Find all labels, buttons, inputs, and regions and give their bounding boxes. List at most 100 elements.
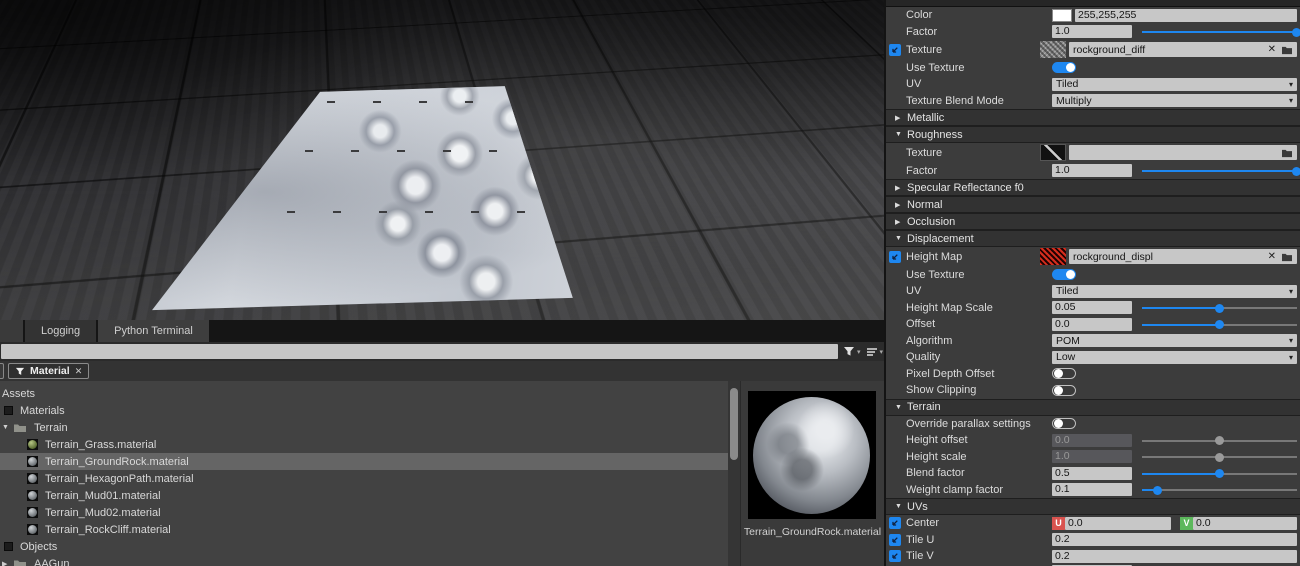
property-row-offset: Offset 0.0 (886, 316, 1300, 333)
chevron-right-icon[interactable]: ▶ (2, 560, 13, 566)
property-label: UV (906, 285, 922, 298)
slider[interactable] (1142, 301, 1297, 314)
value-field[interactable]: 0.0 (1052, 433, 1132, 447)
chevron-down-icon[interactable]: ▼ (2, 424, 13, 431)
u-value-field[interactable]: 0.0 (1065, 516, 1171, 530)
browse-folder-icon[interactable] (1281, 252, 1293, 262)
browse-folder-icon[interactable] (1281, 45, 1293, 55)
property-label-cell: Height offset (886, 434, 1052, 446)
tree-item-assets[interactable]: Assets (0, 385, 728, 402)
tree-item-terrain-groundrock-material[interactable]: Terrain_GroundRock.material (0, 453, 728, 470)
material-sphere-icon (27, 473, 38, 484)
value-field[interactable]: 1.0 (1052, 164, 1132, 178)
toggle-switch[interactable] (1052, 368, 1076, 380)
dropdown[interactable]: Low ▾ (1052, 350, 1297, 364)
clear-texture-icon[interactable]: ✕ (1268, 251, 1276, 262)
texture-thumbnail[interactable] (1040, 144, 1066, 162)
browse-folder-icon[interactable] (1281, 148, 1293, 158)
toggle-switch[interactable] (1052, 269, 1076, 281)
section-header-occlusion[interactable]: ▶ Occlusion (886, 213, 1300, 230)
property-label: Factor (906, 25, 938, 38)
tree-item-terrain-rockcliff-material[interactable]: Terrain_RockCliff.material (0, 521, 728, 538)
filter-button[interactable]: ▾ (843, 346, 861, 357)
section-header-specular-reflectance-f0[interactable]: ▶ Specular Reflectance f0 (886, 179, 1300, 196)
property-label-cell: Height scale (886, 451, 1052, 463)
property-row-height-scale: Height scale 1.0 (886, 449, 1300, 466)
asset-tree: Assets Materials ▼ Terrain Terrain_Grass.mat… (0, 381, 728, 566)
slider[interactable] (1142, 467, 1297, 480)
tree-item-terrain[interactable]: ▼ Terrain (0, 419, 728, 436)
property-label: Height Map (906, 250, 963, 263)
value-field[interactable]: 0.1 (1052, 483, 1132, 497)
clear-texture-icon[interactable]: ✕ (1268, 44, 1276, 55)
property-row-factor: Factor 1.0 (886, 163, 1300, 180)
value-field[interactable]: 1.0 (1052, 450, 1132, 464)
value-field[interactable]: 0.2 (1052, 533, 1297, 547)
texture-path-field[interactable]: rockground_diff ✕ (1069, 42, 1297, 58)
slider[interactable] (1142, 318, 1297, 331)
value-field[interactable]: 0.0 (1052, 317, 1132, 331)
search-input[interactable] (1, 344, 838, 359)
property-row-weight-clamp-factor: Weight clamp factor 0.1 (886, 482, 1300, 499)
section-header-terrain[interactable]: ▼ Terrain (886, 398, 1300, 416)
scrollbar-thumb[interactable] (730, 388, 738, 460)
property-label-cell: UV (886, 78, 1052, 90)
dropdown[interactable]: Multiply ▾ (1052, 94, 1297, 108)
tab-logging[interactable]: Logging (25, 320, 97, 342)
dropdown[interactable]: Tiled ▾ (1052, 284, 1297, 298)
property-label-cell: Color (886, 9, 1052, 21)
tree-item-terrain-mud01-material[interactable]: Terrain_Mud01.material (0, 487, 728, 504)
texture-thumbnail[interactable] (1040, 248, 1066, 266)
viewport-3d[interactable] (0, 0, 884, 320)
chevron-down-icon: ▾ (879, 348, 884, 356)
section-header-normal[interactable]: ▶ Normal (886, 196, 1300, 213)
value-field[interactable]: 1.0 (1052, 25, 1132, 39)
tree-item-terrain-hexagonpath-material[interactable]: Terrain_HexagonPath.material (0, 470, 728, 487)
section-header-displacement[interactable]: ▼ Displacement (886, 230, 1300, 247)
tree-scrollbar[interactable] (728, 381, 740, 566)
property-label: UV (906, 78, 922, 91)
dropdown[interactable]: Tiled ▾ (1052, 77, 1297, 91)
toggle-switch[interactable] (1052, 384, 1076, 396)
dropdown[interactable]: POM ▾ (1052, 334, 1297, 348)
color-value-field[interactable]: 255,255,255 (1075, 8, 1297, 22)
v-badge: V (1180, 516, 1193, 530)
color-swatch[interactable] (1052, 8, 1072, 22)
slider[interactable] (1142, 450, 1297, 463)
value-field[interactable]: 0.05 (1052, 301, 1132, 315)
value-field[interactable]: 0.5 (1052, 466, 1132, 480)
texture-path-field[interactable] (1069, 145, 1297, 161)
texture-name: rockground_diff (1073, 43, 1146, 56)
tree-item-objects[interactable]: Objects (0, 538, 728, 555)
filter-chip-material[interactable]: Material ✕ (8, 363, 90, 379)
tree-item-terrain-grass-material[interactable]: Terrain_Grass.material (0, 436, 728, 453)
texture-path-field[interactable]: rockground_displ ✕ (1069, 249, 1297, 265)
property-control-cell: 0.05 (1052, 301, 1297, 315)
property-row-texture-blend-mode: Texture Blend Mode Multiply ▾ (886, 93, 1300, 110)
material-sphere-icon (27, 490, 38, 501)
v-value-field[interactable]: 0.0 (1193, 516, 1297, 530)
section-header-uvs[interactable]: ▼ UVs (886, 498, 1300, 515)
value-field[interactable]: 0.2 (1052, 549, 1297, 563)
property-label-cell: Offset (886, 318, 1052, 330)
close-icon[interactable]: ✕ (75, 366, 83, 377)
section-header-metallic[interactable]: ▶ Metallic (886, 109, 1300, 126)
view-options-button[interactable]: ▾ (866, 347, 884, 357)
slider[interactable] (1142, 25, 1300, 38)
texture-thumbnail[interactable] (1040, 41, 1066, 59)
tree-item-materials[interactable]: Materials (0, 402, 728, 419)
property-label-cell: Texture (886, 147, 1052, 159)
property-label: Texture (906, 146, 943, 159)
slider[interactable] (1142, 164, 1300, 177)
toggle-switch[interactable] (1052, 62, 1076, 74)
tree-item-terrain-mud02-material[interactable]: Terrain_Mud02.material (0, 504, 728, 521)
bottom-panel: Logging Python Terminal ▾ ▾ Material ✕ As… (0, 320, 884, 566)
property-control-cell: Low ▾ (1052, 350, 1297, 364)
tree-item-aagun[interactable]: ▶ AAGun (0, 555, 728, 566)
slider[interactable] (1142, 434, 1297, 447)
tab-python-terminal[interactable]: Python Terminal (98, 320, 209, 342)
slider[interactable] (1142, 483, 1297, 496)
property-label: Tile V (906, 550, 934, 563)
toggle-switch[interactable] (1052, 418, 1076, 430)
section-header-roughness[interactable]: ▼ Roughness (886, 126, 1300, 143)
